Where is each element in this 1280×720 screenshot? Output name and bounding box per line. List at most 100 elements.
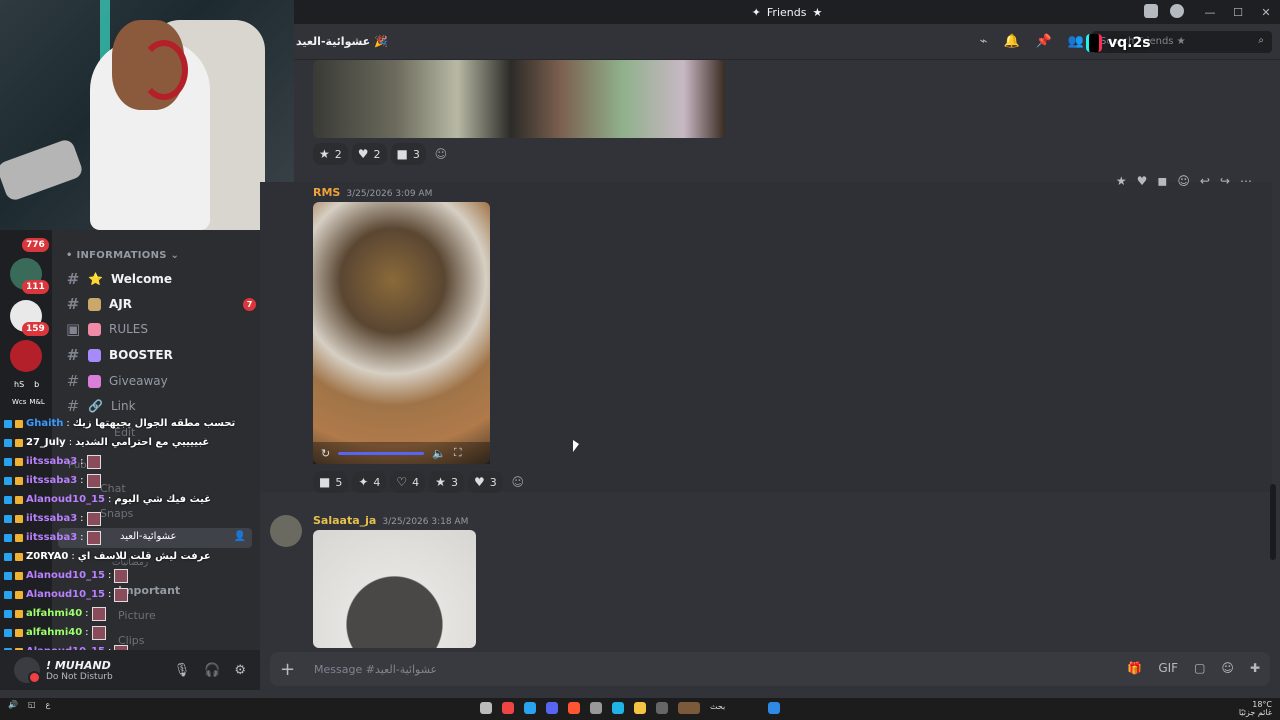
apps-icon[interactable]: ✚ xyxy=(1250,661,1260,675)
message-author[interactable]: RMS 3/25/2026 3:09 AM xyxy=(313,186,432,199)
settings-gear-icon[interactable]: ⚙ xyxy=(234,663,246,678)
reaction-emoji-icon: ♥ xyxy=(473,475,485,489)
gif-icon[interactable]: GIF xyxy=(1158,661,1178,675)
browser-icon[interactable] xyxy=(568,702,580,714)
app-icon[interactable] xyxy=(480,702,492,714)
telegram-icon[interactable] xyxy=(524,702,536,714)
discord-icon[interactable] xyxy=(546,702,558,714)
chat-separator: : xyxy=(71,551,75,562)
stream-chat-message: iitssaba3: xyxy=(4,471,244,490)
chat-emote-icon xyxy=(91,625,106,640)
author-name[interactable]: Salaata_ja xyxy=(313,514,376,527)
app-icon[interactable] xyxy=(590,702,602,714)
channel-emoji-icon xyxy=(88,297,101,311)
add-attachment-icon[interactable]: + xyxy=(280,659,300,680)
volume-icon[interactable]: 🔈 xyxy=(432,447,446,460)
app-icon[interactable] xyxy=(656,702,668,714)
star-reaction-icon[interactable]: ★ xyxy=(1116,174,1127,188)
close-button[interactable]: ✕ xyxy=(1252,0,1280,24)
app-icon[interactable] xyxy=(502,702,514,714)
reaction-pill[interactable]: ✦ 4 xyxy=(352,471,387,493)
reaction-pill[interactable]: ♥ 2 xyxy=(351,143,387,165)
edge-icon[interactable] xyxy=(612,702,624,714)
chat-badge-icon xyxy=(15,609,23,618)
chat-badge-icon xyxy=(15,438,23,447)
mention-badge: 111 xyxy=(22,280,49,294)
reaction-pill[interactable]: ★ 3 xyxy=(429,471,464,493)
video-progress-bar[interactable] xyxy=(338,451,425,455)
add-reaction-icon[interactable]: ☺ xyxy=(1177,174,1190,188)
reaction-pill[interactable]: ■ 5 xyxy=(313,471,349,493)
replay-icon[interactable]: ↻ xyxy=(321,447,330,460)
channel-rules[interactable]: ▣ RULES xyxy=(66,318,256,340)
emoji-reaction-icon[interactable]: ◼ xyxy=(1157,174,1167,188)
pin-icon[interactable]: 📌 xyxy=(1036,34,1052,49)
file-explorer-icon[interactable] xyxy=(634,702,646,714)
avatar[interactable] xyxy=(270,515,302,547)
windows-start-icon[interactable] xyxy=(768,702,780,714)
category-label: INFORMATIONS xyxy=(76,250,167,261)
hash-icon: # xyxy=(66,397,80,415)
chat-text: غبييييي مع احترامي الشديد xyxy=(75,437,210,448)
message-timestamp: 3/25/2026 3:09 AM xyxy=(346,189,433,199)
chat-badge-icon xyxy=(4,609,12,618)
heart-reaction-icon[interactable]: ♥ xyxy=(1137,174,1148,188)
reaction-count: 4 xyxy=(412,475,420,489)
gift-icon[interactable]: 🎁 xyxy=(1127,661,1142,675)
channel-ajr[interactable]: # AJR 7 xyxy=(66,293,256,315)
reaction-pill[interactable]: ■ 3 xyxy=(390,143,426,165)
chat-separator: : xyxy=(66,418,70,429)
tiktok-handle: vq.2s xyxy=(1108,35,1151,51)
reaction-pill[interactable]: ★ 2 xyxy=(313,143,348,165)
volume-tray-icon[interactable]: 🔊 xyxy=(8,700,18,709)
channel-giveaway[interactable]: # Giveaway xyxy=(66,370,256,392)
taskbar-apps: بحث xyxy=(480,702,780,714)
notification-bell-icon[interactable]: 🔔 xyxy=(1003,34,1019,49)
reply-icon[interactable]: ↩ xyxy=(1200,174,1210,188)
message-composer[interactable]: + Message #عشوائية-العيد 🎁 GIF ▢ ☺ ✚ xyxy=(270,652,1270,686)
channel-booster[interactable]: # BOOSTER xyxy=(66,344,256,366)
add-reaction-icon[interactable]: ☺ xyxy=(430,143,452,165)
more-options-icon[interactable]: ⋯ xyxy=(1240,174,1252,188)
category-dot: • xyxy=(66,250,77,261)
weather-widget[interactable]: 18°C غائم جزئيًا xyxy=(1239,701,1272,717)
network-icon[interactable]: ◱ xyxy=(28,700,36,709)
headset-icon[interactable]: 🎧 xyxy=(204,663,220,678)
reaction-pill[interactable]: ♥ 3 xyxy=(467,471,503,493)
server-label: hS xyxy=(14,380,25,389)
microphone-icon[interactable]: 🎙 xyxy=(174,663,191,678)
app-icon[interactable] xyxy=(678,702,700,714)
reaction-count: 4 xyxy=(373,475,381,489)
chat-badge-icon xyxy=(15,533,23,542)
forward-icon[interactable]: ↪ xyxy=(1220,174,1230,188)
fullscreen-icon[interactable]: ⛶ xyxy=(454,446,462,460)
unread-badge: 7 xyxy=(243,297,256,311)
author-name[interactable]: RMS xyxy=(313,186,340,199)
taskbar-search[interactable]: بحث xyxy=(710,702,758,714)
avatar[interactable] xyxy=(14,657,41,684)
add-reaction-icon[interactable]: ☺ xyxy=(507,471,529,493)
stream-chat-message: Alanoud10_15: xyxy=(4,566,244,585)
image-attachment[interactable] xyxy=(313,530,476,648)
category-informations[interactable]: • INFORMATIONS ⌄ xyxy=(66,250,179,261)
message-author[interactable]: Salaata_ja 3/25/2026 3:18 AM xyxy=(313,514,468,527)
scrollbar[interactable] xyxy=(1270,484,1276,560)
threads-icon[interactable]: ⌁ xyxy=(980,34,988,49)
reaction-pill[interactable]: ♡ 4 xyxy=(390,471,426,493)
server-icon[interactable] xyxy=(10,340,42,372)
inbox-icon[interactable] xyxy=(1144,4,1158,18)
channel-welcome[interactable]: # ⭐ Welcome xyxy=(66,268,256,290)
emoji-icon[interactable]: ☺ xyxy=(1221,661,1234,675)
chat-emote-icon xyxy=(86,473,101,488)
food-video-attachment[interactable] xyxy=(313,202,490,464)
member-list-icon[interactable]: 👥 xyxy=(1068,34,1084,49)
language-indicator[interactable]: ع xyxy=(46,700,51,709)
maximize-button[interactable]: ☐ xyxy=(1224,0,1252,24)
user-status: Do Not Disturb xyxy=(46,671,113,682)
server-label: Wcs xyxy=(12,398,27,406)
sticker-icon[interactable]: ▢ xyxy=(1194,661,1205,675)
cake-image-attachment[interactable] xyxy=(313,60,725,138)
reaction-emoji-icon: ★ xyxy=(435,475,446,489)
help-icon[interactable] xyxy=(1170,4,1184,18)
minimize-button[interactable]: — xyxy=(1196,0,1224,24)
